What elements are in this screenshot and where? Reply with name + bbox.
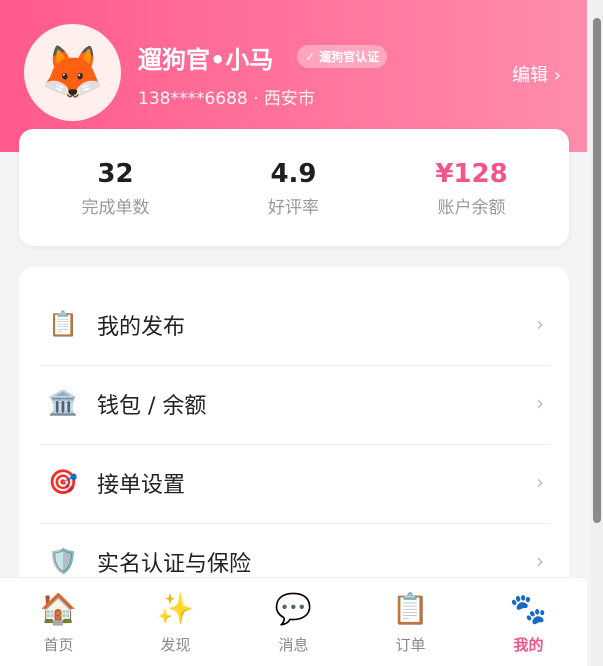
target-icon: 🎯: [48, 468, 78, 496]
tab-label: 发现: [160, 636, 191, 654]
menu-item-label: 实名认证与保险: [97, 552, 252, 577]
user-phone-location: 138****6688 · 西安市: [138, 89, 315, 109]
menu-item-label: 钱包 / 余额: [97, 394, 207, 419]
stat-rating[interactable]: 4.9 好评率: [202, 157, 385, 218]
bottom-tab-bar: 🏠 首页 ✨ 发现 💬 消息 📋 订单 🐾 我的: [0, 577, 587, 666]
menu-item-order-settings[interactable]: 🎯 接单设置 ›: [40, 445, 549, 524]
menu-list: 📋 我的发布 › 🏛️ 钱包 / 余额 › 🎯 接单设置 › 🛡️ 实名认证与保…: [19, 267, 569, 627]
sparkles-icon: ✨: [156, 592, 195, 627]
tab-orders[interactable]: 📋 订单: [352, 592, 469, 655]
stat-value: ¥128: [435, 159, 508, 189]
edit-profile-button[interactable]: 编辑 ›: [512, 61, 561, 87]
tab-label: 首页: [43, 636, 74, 654]
stat-balance[interactable]: ¥128 账户余额: [380, 157, 563, 218]
tab-mine[interactable]: 🐾 我的: [470, 592, 587, 655]
speech-bubble-icon: 💬: [274, 592, 313, 627]
tab-messages[interactable]: 💬 消息: [235, 592, 352, 655]
stat-value: 32: [97, 159, 134, 189]
scrollbar[interactable]: [591, 0, 603, 666]
stat-completed-orders[interactable]: 32 完成单数: [24, 157, 207, 218]
tab-discover[interactable]: ✨ 发现: [117, 592, 234, 655]
shield-icon: 🛡️: [48, 547, 78, 575]
menu-item-wallet[interactable]: 🏛️ 钱包 / 余额 ›: [40, 366, 549, 445]
tab-label: 消息: [278, 636, 309, 654]
scrollbar-thumb[interactable]: [593, 18, 601, 523]
menu-item-label: 接单设置: [97, 473, 186, 498]
clipboard-icon: 📋: [391, 592, 430, 627]
chevron-right-icon: ›: [536, 470, 544, 494]
menu-item-label: 我的发布: [97, 315, 186, 340]
chevron-right-icon: ›: [536, 312, 544, 336]
stat-label: 好评率: [268, 198, 319, 218]
menu-item-my-posts[interactable]: 📋 我的发布 ›: [40, 287, 549, 366]
chevron-right-icon: ›: [536, 391, 544, 415]
house-icon: 🏠: [39, 592, 78, 627]
user-name: 遛狗官•小马: [138, 46, 274, 74]
bank-icon: 🏛️: [48, 389, 78, 417]
chevron-right-icon: ›: [536, 549, 544, 573]
verified-badge: ✓ 遛狗官认证: [297, 45, 388, 68]
fox-face-icon: 🦊: [40, 43, 105, 103]
tab-label: 订单: [395, 636, 426, 654]
tab-home[interactable]: 🏠 首页: [0, 592, 117, 655]
stat-label: 账户余额: [437, 198, 506, 218]
tab-label: 我的: [513, 636, 544, 654]
paw-icon: 🐾: [509, 592, 548, 627]
stat-value: 4.9: [270, 159, 317, 189]
avatar[interactable]: 🦊: [24, 24, 121, 121]
stat-label: 完成单数: [81, 198, 150, 218]
clipboard-icon: 📋: [48, 310, 78, 338]
stats-card: 32 完成单数 4.9 好评率 ¥128 账户余额: [19, 129, 569, 246]
